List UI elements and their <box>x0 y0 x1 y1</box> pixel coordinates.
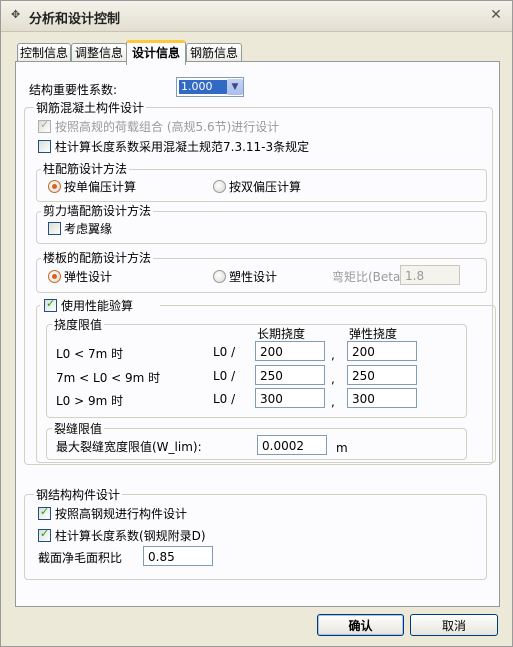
deflection-range-1: L0 < 7m 时 <box>56 347 124 361</box>
close-icon[interactable]: ✕ <box>488 7 504 23</box>
design-info-panel: 结构重要性系数: 钢筋混凝土构件设计 按照高规的荷载组合 (高规5.6节)进行设… <box>15 61 500 607</box>
elastic-radio[interactable] <box>48 270 61 283</box>
crack-label: 最大裂缝宽度限值(W_lim): <box>56 440 202 454</box>
high-steel-label: 按照高钢规进行构件设计 <box>55 507 188 521</box>
col-long-header: 长期挠度 <box>257 327 306 341</box>
rc-design-title: 钢筋混凝土构件设计 <box>34 99 147 116</box>
window-title: 分析和设计控制 <box>29 12 121 27</box>
move-icon: ✥ <box>11 8 21 21</box>
beta-label: 弯矩比(Beta) <box>332 270 406 284</box>
performance-label: 使用性能验算 <box>61 299 134 313</box>
ok-button[interactable]: 确认 <box>317 614 404 636</box>
high-steel-checkbox[interactable] <box>38 505 51 520</box>
biaxial-radio[interactable] <box>213 180 226 193</box>
long-deflection-input-3[interactable]: 300 <box>255 388 325 408</box>
plastic-radio[interactable] <box>213 270 226 283</box>
elastic-deflection-input-3[interactable]: 300 <box>347 388 417 408</box>
cancel-button[interactable]: 取消 <box>410 614 498 636</box>
deflection-sep-2: , <box>331 372 335 386</box>
performance-checkbox[interactable] <box>44 297 57 312</box>
steel-column-length-checkbox[interactable] <box>38 527 51 542</box>
flange-label: 考虑翼缘 <box>64 222 113 236</box>
crack-unit: m <box>336 441 348 455</box>
uniaxial-radio[interactable] <box>48 180 61 193</box>
tab-control-info[interactable]: 控制信息 <box>17 43 71 62</box>
col-elastic-header: 弹性挠度 <box>349 327 398 341</box>
beta-input[interactable]: 1.8 <box>400 265 460 285</box>
net-area-input[interactable]: 0.85 <box>143 546 213 566</box>
column-length-checkbox[interactable] <box>38 140 51 153</box>
long-deflection-input-2[interactable]: 250 <box>255 365 325 385</box>
deflection-prefix-1: L0 / <box>213 345 236 359</box>
biaxial-label: 按双偏压计算 <box>229 180 302 194</box>
deflection-prefix-2: L0 / <box>213 369 236 383</box>
deflection-sep-3: , <box>331 395 335 409</box>
long-deflection-input-1[interactable]: 200 <box>255 341 325 361</box>
crack-title: 裂缝限值 <box>52 420 105 437</box>
high-rule-label: 按照高规的荷载组合 (高规5.6节)进行设计 <box>55 120 280 134</box>
importance-select[interactable]: 1.000 ▼ <box>176 77 244 97</box>
deflection-sep-1: , <box>331 348 335 362</box>
high-rule-checkbox[interactable] <box>38 118 51 133</box>
deflection-range-2: 7m < L0 < 9m 时 <box>56 371 161 385</box>
net-area-label: 截面净毛面积比 <box>38 551 123 565</box>
deflection-prefix-3: L0 / <box>213 392 236 406</box>
column-method-title: 柱配筋设计方法 <box>41 160 130 177</box>
deflection-title: 挠度限值 <box>52 316 105 333</box>
steel-design-title: 钢结构构件设计 <box>34 486 123 503</box>
uniaxial-label: 按单偏压计算 <box>64 180 137 194</box>
flange-checkbox[interactable] <box>48 222 61 235</box>
importance-value: 1.000 <box>179 80 227 94</box>
elastic-deflection-input-2[interactable]: 250 <box>347 365 417 385</box>
importance-label: 结构重要性系数: <box>29 83 118 97</box>
elastic-label: 弹性设计 <box>64 270 113 284</box>
crack-width-input[interactable]: 0.0002 <box>257 435 327 455</box>
title-bar[interactable]: ✥ 分析和设计控制 ✕ <box>1 1 512 32</box>
steel-column-length-label: 柱计算长度系数(钢规附录D) <box>55 529 206 543</box>
deflection-range-3: L0 > 9m 时 <box>56 394 124 408</box>
tab-rebar-info[interactable]: 钢筋信息 <box>186 43 242 62</box>
chevron-down-icon[interactable]: ▼ <box>227 79 243 95</box>
column-length-label: 柱计算长度系数采用混凝土规范7.3.11-3条规定 <box>55 140 310 154</box>
elastic-deflection-input-1[interactable]: 200 <box>347 341 417 361</box>
shear-wall-title: 剪力墙配筋设计方法 <box>41 202 154 219</box>
tab-adjust-info[interactable]: 调整信息 <box>71 43 127 62</box>
plastic-label: 塑性设计 <box>229 270 278 284</box>
tab-design-info[interactable]: 设计信息 <box>126 40 186 65</box>
slab-title: 楼板的配筋设计方法 <box>41 249 154 266</box>
